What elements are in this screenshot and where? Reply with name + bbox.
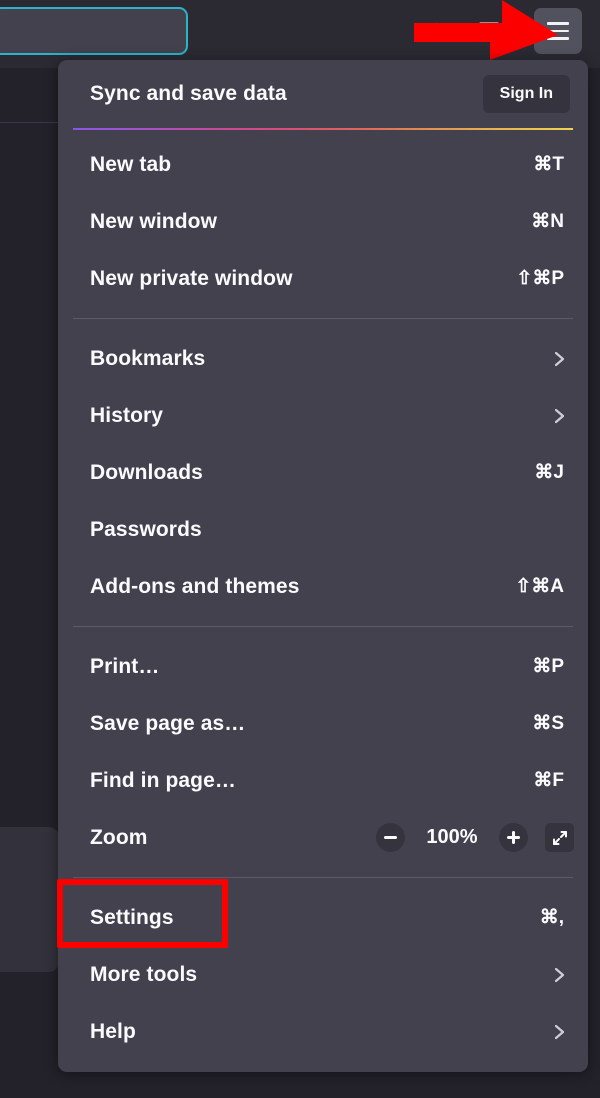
menu-item-bookmarks[interactable]: Bookmarks (58, 330, 588, 387)
menu-item-passwords[interactable]: Passwords (58, 501, 588, 558)
menu-item-zoom: Zoom 100% (58, 809, 588, 866)
menu-item-shortcut: ⇧⌘P (516, 268, 564, 289)
sign-in-button[interactable]: Sign In (482, 75, 570, 113)
menu-item-help[interactable]: Help (58, 1003, 588, 1060)
account-icon[interactable] (424, 18, 450, 44)
menu-item-shortcut: ⌘J (534, 462, 564, 483)
menu-group-new: New tab ⌘T New window ⌘N New private win… (58, 130, 588, 313)
chevron-right-icon (552, 1020, 568, 1044)
menu-item-label: New tab (90, 152, 172, 176)
menu-item-shortcut: ⇧⌘A (515, 576, 564, 597)
hamburger-line (547, 22, 569, 25)
zoom-label: Zoom (90, 825, 148, 849)
chevron-right-icon (552, 347, 568, 371)
menu-group-library: Bookmarks History Downloads ⌘J Passwords (58, 324, 588, 621)
menu-item-addons-and-themes[interactable]: Add-ons and themes ⇧⌘A (58, 558, 588, 615)
menu-item-shortcut: ⌘F (533, 770, 564, 791)
menu-divider (73, 318, 573, 319)
screenshot-root: Sync and save data Sign In New tab ⌘T Ne… (0, 0, 600, 1098)
menu-item-new-tab[interactable]: New tab ⌘T (58, 136, 588, 193)
sync-header: Sync and save data Sign In (58, 60, 588, 128)
menu-item-save-page-as[interactable]: Save page as… ⌘S (58, 695, 588, 752)
menu-divider (73, 877, 573, 878)
menu-item-label: Passwords (90, 517, 202, 541)
menu-item-label: Save page as… (90, 711, 246, 735)
chevron-right-icon (552, 963, 568, 987)
background-card (0, 827, 60, 972)
menu-item-print[interactable]: Print… ⌘P (58, 638, 588, 695)
menu-item-new-private-window[interactable]: New private window ⇧⌘P (58, 250, 588, 307)
browser-toolbar (0, 0, 600, 62)
sync-title: Sync and save data (90, 82, 287, 105)
menu-item-label: New window (90, 209, 217, 233)
menu-group-settings: Settings ⌘, More tools Help (58, 883, 588, 1066)
menu-item-find-in-page[interactable]: Find in page… ⌘F (58, 752, 588, 809)
menu-item-label: Help (90, 1019, 136, 1043)
menu-item-label: Add-ons and themes (90, 574, 300, 598)
hamburger-line (547, 37, 569, 40)
menu-item-more-tools[interactable]: More tools (58, 946, 588, 1003)
menu-item-shortcut: ⌘P (532, 656, 564, 677)
application-menu-panel: Sync and save data Sign In New tab ⌘T Ne… (58, 60, 588, 1072)
menu-item-label: Settings (90, 905, 174, 929)
hamburger-line (547, 29, 569, 33)
menu-item-shortcut: ⌘, (539, 907, 564, 928)
zoom-in-button[interactable] (499, 823, 528, 852)
menu-item-label: Print… (90, 654, 160, 678)
menu-item-shortcut: ⌘N (531, 211, 564, 232)
menu-group-page-actions: Print… ⌘P Save page as… ⌘S Find in page…… (58, 632, 588, 872)
menu-item-label: History (90, 403, 164, 427)
zoom-controls: 100% (376, 823, 574, 852)
menu-item-label: Downloads (90, 460, 203, 484)
zoom-level-value: 100% (426, 826, 478, 848)
menu-item-settings[interactable]: Settings ⌘, (58, 889, 588, 946)
pocket-icon[interactable] (476, 18, 502, 44)
fullscreen-icon[interactable] (545, 823, 574, 852)
menu-item-new-window[interactable]: New window ⌘N (58, 193, 588, 250)
menu-item-label: Find in page… (90, 768, 236, 792)
url-bar[interactable] (0, 7, 188, 55)
menu-item-shortcut: ⌘S (532, 713, 564, 734)
menu-item-label: More tools (90, 962, 198, 986)
zoom-out-button[interactable] (376, 823, 405, 852)
background-divider (0, 122, 62, 123)
menu-item-shortcut: ⌘T (533, 154, 564, 175)
menu-item-label: New private window (90, 266, 293, 290)
application-menu-button[interactable] (534, 8, 582, 54)
menu-item-history[interactable]: History (58, 387, 588, 444)
menu-item-downloads[interactable]: Downloads ⌘J (58, 444, 588, 501)
menu-item-label: Bookmarks (90, 346, 206, 370)
menu-divider (73, 626, 573, 627)
chevron-right-icon (552, 404, 568, 428)
